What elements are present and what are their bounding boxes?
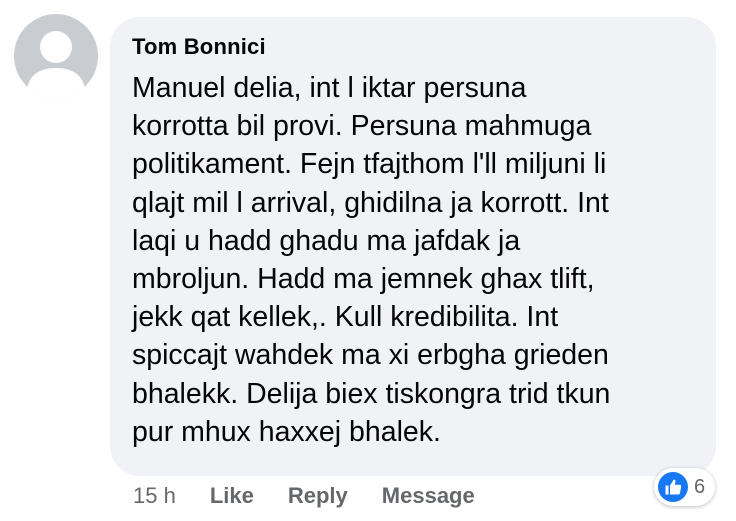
reactions-summary[interactable]: 6 (654, 468, 716, 506)
comment-actions: 15 h Like Reply Message (133, 481, 509, 511)
reaction-count: 6 (694, 475, 706, 498)
comment-bubble: Tom Bonnici Manuel delia, int l iktar pe… (110, 17, 716, 476)
avatar[interactable] (14, 14, 98, 98)
reply-button[interactable]: Reply (288, 483, 348, 509)
default-profile-icon (26, 31, 86, 98)
comment-container: Tom Bonnici Manuel delia, int l iktar pe… (0, 0, 736, 521)
comment-text: Manuel delia, int l iktar persuna korrot… (132, 72, 611, 448)
like-button[interactable]: Like (210, 483, 254, 509)
like-thumb-icon (658, 472, 688, 502)
comment-timestamp[interactable]: 15 h (133, 483, 176, 509)
message-button[interactable]: Message (382, 483, 475, 509)
comment-author[interactable]: Tom Bonnici (132, 34, 266, 60)
